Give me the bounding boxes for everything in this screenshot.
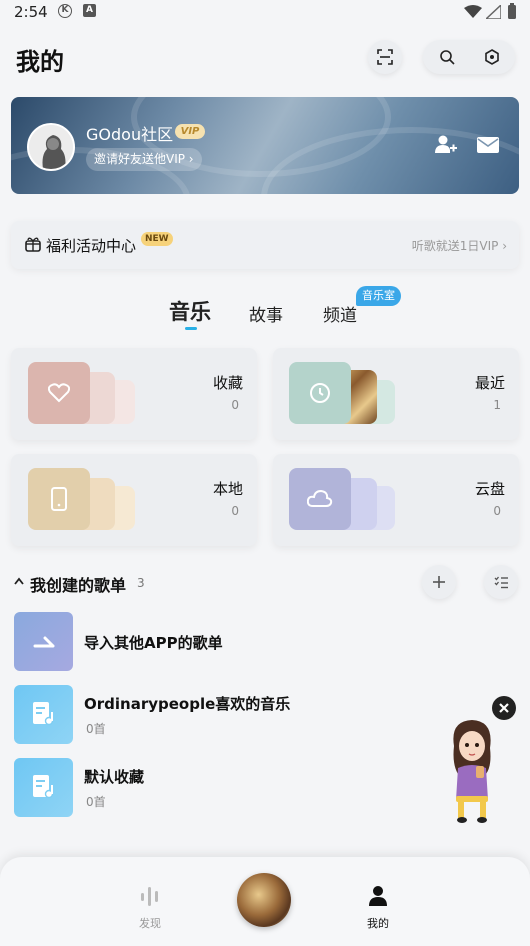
card-cloud-drive[interactable]: 云盘 0 bbox=[273, 454, 519, 546]
nav-label: 我的 bbox=[367, 917, 389, 930]
a-notification-icon: A bbox=[83, 4, 96, 17]
add-playlist-button[interactable] bbox=[422, 565, 456, 599]
add-friend-icon[interactable] bbox=[435, 134, 457, 154]
tab-music[interactable]: 音乐 bbox=[169, 296, 211, 326]
wifi-icon bbox=[464, 5, 482, 18]
plus-icon bbox=[433, 576, 445, 588]
music-room-badge: 音乐室 bbox=[356, 286, 401, 306]
k-notification-icon: K bbox=[58, 4, 72, 18]
card-recent[interactable]: 最近 1 bbox=[273, 348, 519, 440]
welfare-hint[interactable]: 听歌就送1日VIP › bbox=[412, 237, 507, 254]
card-title: 云盘 bbox=[474, 480, 505, 498]
search-button[interactable] bbox=[423, 40, 469, 74]
cellular-icon bbox=[486, 5, 501, 19]
nav-mine[interactable]: 我的 bbox=[356, 881, 400, 933]
new-badge: NEW bbox=[141, 232, 173, 246]
welfare-center-banner[interactable]: 福利活动中心 NEW 听歌就送1日VIP › bbox=[11, 221, 519, 269]
manage-playlists-button[interactable] bbox=[484, 565, 518, 599]
search-settings-pill bbox=[423, 40, 515, 74]
avatar[interactable] bbox=[27, 123, 75, 171]
card-local[interactable]: 本地 0 bbox=[11, 454, 257, 546]
close-icon bbox=[499, 703, 509, 713]
card-favorites[interactable]: 收藏 0 bbox=[11, 348, 257, 440]
settings-button[interactable] bbox=[469, 40, 515, 74]
playlist-cover bbox=[14, 758, 73, 817]
gift-icon bbox=[25, 237, 41, 252]
music-document-icon bbox=[33, 775, 54, 799]
card-title: 最近 bbox=[474, 374, 505, 392]
vip-badge[interactable]: VIP bbox=[175, 124, 205, 139]
playlist-cover bbox=[14, 612, 73, 671]
scan-button[interactable] bbox=[368, 40, 402, 74]
clock-history-icon bbox=[310, 383, 330, 403]
settings-hexagon-icon bbox=[485, 49, 499, 65]
music-document-icon bbox=[33, 702, 54, 726]
bottom-navigation: 发现 我的 bbox=[0, 857, 530, 946]
nav-label: 发现 bbox=[139, 917, 161, 930]
chevron-up-icon[interactable] bbox=[14, 577, 24, 585]
floating-character-mascot[interactable] bbox=[442, 716, 502, 826]
phone-icon bbox=[51, 487, 67, 511]
now-playing-disc[interactable] bbox=[237, 873, 291, 927]
page-title: 我的 bbox=[16, 48, 64, 76]
nav-discover[interactable]: 发现 bbox=[128, 881, 172, 933]
my-playlists-title[interactable]: 我创建的歌单 bbox=[30, 572, 126, 596]
playlist-cover bbox=[14, 685, 73, 744]
card-title: 本地 bbox=[212, 480, 243, 498]
card-count: 1 bbox=[493, 398, 501, 412]
battery-icon bbox=[508, 3, 516, 19]
playlist-subtitle: 0首 bbox=[86, 722, 106, 736]
card-title: 收藏 bbox=[212, 374, 243, 392]
status-time: 2:54 bbox=[14, 3, 48, 21]
playlist-title: 默认收藏 bbox=[84, 768, 145, 786]
discover-waveform-icon bbox=[141, 887, 158, 906]
invite-friends-button[interactable]: 邀请好友送他VIP › bbox=[86, 148, 202, 171]
user-icon bbox=[369, 886, 387, 906]
tab-stories[interactable]: 故事 bbox=[249, 301, 283, 326]
card-count: 0 bbox=[231, 504, 239, 518]
profile-card[interactable]: GOdou社区 VIP 邀请好友送他VIP › bbox=[11, 97, 519, 194]
welfare-label: 福利活动中心 bbox=[46, 237, 137, 255]
scan-icon bbox=[377, 49, 393, 65]
card-count: 0 bbox=[231, 398, 239, 412]
my-playlists-count: 3 bbox=[137, 576, 145, 590]
search-icon bbox=[440, 50, 455, 65]
status-bar: 2:54 K A bbox=[0, 0, 530, 24]
playlist-subtitle: 0首 bbox=[86, 795, 106, 809]
card-count: 0 bbox=[493, 504, 501, 518]
tab-active-indicator bbox=[185, 327, 197, 330]
checklist-icon bbox=[494, 576, 508, 589]
import-arrow-icon bbox=[33, 636, 55, 648]
username[interactable]: GOdou社区 bbox=[86, 121, 173, 145]
playlist-title: 导入其他APP的歌单 bbox=[84, 634, 223, 652]
heart-icon bbox=[48, 383, 70, 403]
cloud-icon bbox=[307, 490, 333, 507]
playlist-title: Ordinarypeople喜欢的音乐 bbox=[84, 695, 291, 713]
mail-icon[interactable] bbox=[477, 137, 499, 153]
tab-channel[interactable]: 频道 bbox=[323, 301, 357, 326]
